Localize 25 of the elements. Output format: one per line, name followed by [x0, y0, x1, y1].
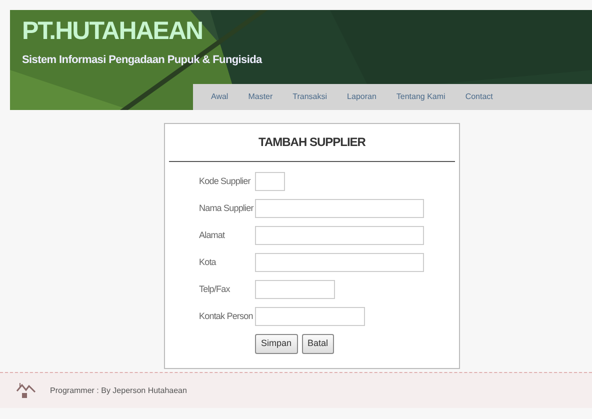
nav-link[interactable]: Contact — [465, 91, 493, 103]
input-field[interactable] — [255, 307, 365, 326]
field-label: Kota — [199, 256, 218, 269]
company-title: PT.HUTAHAEAN — [22, 18, 203, 44]
house-icon — [16, 382, 36, 400]
form-title: TAMBAH SUPPLIER — [169, 124, 455, 162]
field-label: Kontak Person — [199, 310, 254, 323]
field-label: Alamat — [199, 228, 226, 242]
nav-link[interactable]: Tentang Kami — [396, 91, 446, 103]
input-field[interactable] — [255, 172, 285, 191]
input-field[interactable] — [255, 226, 424, 245]
field-label: Telp/Fax — [199, 282, 231, 296]
nav-link[interactable]: Master — [248, 91, 273, 103]
footer-credit: Programmer : By Jeperson Hutahaean — [50, 384, 187, 396]
nav-link[interactable]: Transaksi — [292, 91, 328, 103]
company-subtitle: Sistem Informasi Pengadaan Pupuk & Fungisida — [22, 53, 262, 68]
input-field[interactable] — [255, 199, 424, 218]
field-label: Nama Supplier — [199, 202, 254, 215]
input-field[interactable] — [255, 280, 335, 299]
input-field[interactable] — [255, 253, 424, 272]
nav-link[interactable]: Awal — [211, 91, 228, 103]
save-button[interactable]: Simpan — [255, 334, 298, 354]
field-label: Kode Supplier — [199, 174, 252, 188]
nav-link[interactable]: Laporan — [347, 91, 376, 103]
cancel-button[interactable]: Batal — [302, 334, 334, 354]
